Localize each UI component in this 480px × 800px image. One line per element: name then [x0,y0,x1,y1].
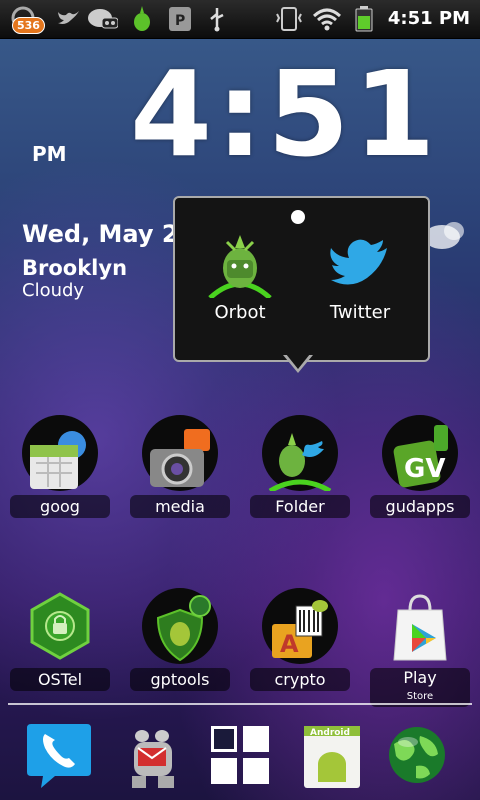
wifi-icon [312,8,342,31]
play-store-icon [393,594,447,661]
app-label: goog [10,495,110,518]
app-label: OSTel [10,668,110,691]
svg-text:Android: Android [310,728,350,738]
dock-messaging[interactable] [118,720,188,790]
app-label: media [130,495,230,518]
browser-globe-icon [389,727,445,783]
camera-icon [150,429,210,487]
app-label: crypto [250,668,350,691]
google-voice-icon: GV [393,425,448,488]
app-play-store[interactable]: Play Store [368,588,472,707]
folder-app-label: Twitter [329,302,391,323]
dock-browser[interactable] [382,720,452,790]
app-label-subtitle: Store [406,691,434,702]
orbot-icon [208,235,272,298]
app-label: Folder [250,495,350,518]
phone-icon [27,724,91,788]
voicemail-icon [88,9,118,29]
folder-page-indicator [291,210,305,224]
clock-time: 4:51 [130,45,440,183]
folder-gudapps[interactable]: GV gudapps [368,415,472,518]
parking-icon: P [169,7,191,31]
folder-folder[interactable]: Folder [248,415,352,518]
folder-media[interactable]: media [128,415,232,518]
battery-icon [355,6,373,32]
usb-icon [210,8,224,32]
svg-text:GV: GV [404,454,445,484]
ostel-icon [30,592,90,660]
folder-gptools[interactable]: gptools [128,588,232,691]
svg-text:P: P [175,13,185,29]
android-market-icon: Android [304,726,360,788]
folder-goog[interactable]: goog [8,415,112,518]
app-ostel[interactable]: OSTel [8,588,112,691]
weather-condition: Cloudy [22,280,85,301]
app-drawer-icon [211,726,269,784]
messaging-robot-icon [132,730,174,788]
folder-icon [268,433,332,491]
app-label-title: Play [403,668,437,687]
folder-crypto[interactable]: A crypto [248,588,352,691]
notification-count-badge: 536 [12,17,45,34]
twitter-icon [58,11,79,24]
app-label: gptools [130,668,230,691]
folder-app-label: Orbot [214,302,266,323]
orbot-status-icon [134,6,150,31]
app-label: Play Store [370,668,470,707]
app-label: gudapps [370,495,470,518]
dock-divider [8,703,472,705]
android-shield-icon [156,595,211,662]
status-time: 4:51 PM [387,8,470,29]
clock-date: Wed, May 2 [22,220,179,248]
crypto-folder-icon: A [272,600,328,658]
dock-android-market[interactable]: Android [298,720,368,790]
dock-phone[interactable] [25,720,95,790]
status-bar[interactable]: 536 P 4:51 PM [0,0,480,39]
dock-app-drawer[interactable] [205,720,275,790]
weather-location: Brooklyn [22,256,128,280]
folder-app-twitter[interactable]: Twitter [305,230,415,323]
vibrate-icon [276,7,302,31]
folder-popup-pointer-fill [286,354,310,369]
folder-app-orbot[interactable]: Orbot [185,230,295,323]
clock-ampm: PM [32,142,67,166]
calendar-icon [30,431,86,489]
twitter-bird-icon [330,239,387,285]
